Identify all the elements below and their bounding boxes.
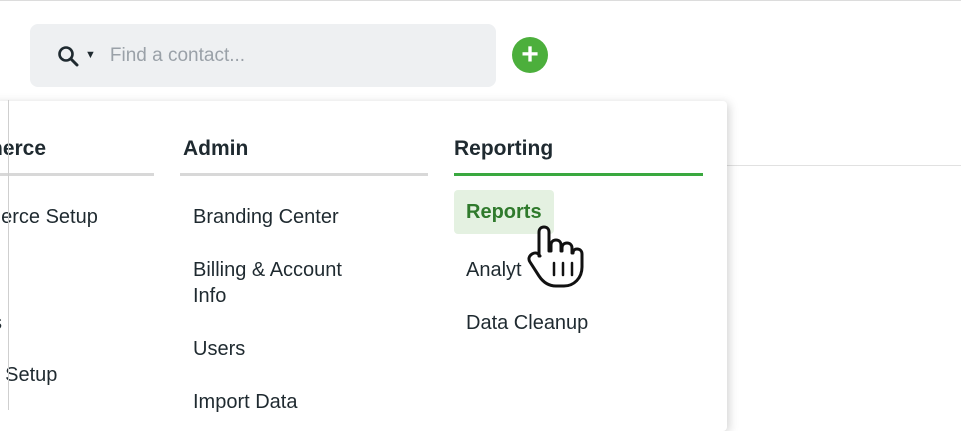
menu-item-analytics[interactable]: Analyt [466, 258, 522, 282]
chevron-down-icon[interactable]: ▼ [85, 50, 96, 61]
hand-cursor-icon [527, 225, 584, 288]
menu-item-import-data[interactable]: Import Data [193, 390, 297, 414]
panel-left-edge [8, 100, 9, 410]
column-divider [180, 173, 428, 176]
contact-search-bar[interactable]: ▼ [30, 24, 496, 87]
menu-item-branding-center[interactable]: Branding Center [193, 205, 339, 229]
navigation-dropdown: nerce nerce Setup s t Setup Admin Brandi… [0, 101, 727, 431]
column-divider [0, 173, 154, 176]
column-heading-reporting: Reporting [454, 137, 554, 160]
menu-item-data-cleanup[interactable]: Data Cleanup [466, 311, 588, 335]
column-heading-admin: Admin [183, 137, 249, 160]
menu-item-users[interactable]: Users [193, 337, 245, 361]
column-active-underline [454, 173, 703, 176]
plus-icon: + [521, 38, 539, 71]
menu-item-partial[interactable]: s [0, 311, 2, 335]
menu-item-commerce-setup[interactable]: nerce Setup [0, 205, 98, 229]
header-divider [727, 101, 961, 166]
search-icon[interactable] [57, 45, 79, 67]
menu-item-billing-account[interactable]: Billing & Account [193, 258, 342, 282]
column-heading-commerce: nerce [0, 137, 47, 160]
search-input[interactable] [107, 43, 452, 68]
add-button[interactable]: + [512, 37, 548, 73]
menu-item-billing-account-cont[interactable]: Info [193, 284, 226, 308]
